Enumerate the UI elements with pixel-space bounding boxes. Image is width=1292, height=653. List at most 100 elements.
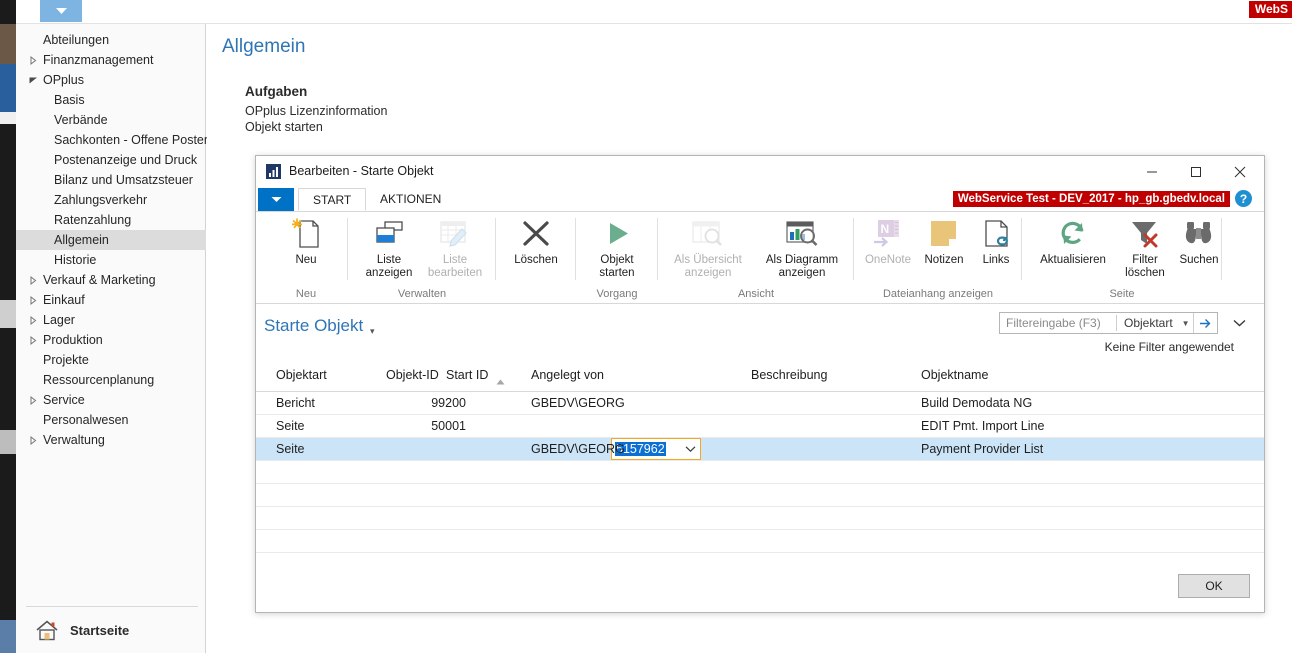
chevron-down-icon (1233, 319, 1246, 327)
list-title-dropdown-icon[interactable]: ▾ (370, 326, 375, 337)
ribbon-button-suchen[interactable]: Suchen (1174, 216, 1224, 282)
ribbon-button-filter-löschen[interactable]: Filter löschen (1116, 216, 1174, 282)
help-icon[interactable]: ? (1235, 190, 1252, 207)
sidebar-item-service[interactable]: Service (16, 390, 206, 410)
sidebar-item-projekte[interactable]: Projekte (16, 350, 206, 370)
ribbon-button-objekt-starten[interactable]: Objekt starten (586, 216, 648, 282)
sidebar-bottom-item-startseite[interactable]: Startseite (16, 612, 206, 648)
chevron-right-icon[interactable] (28, 330, 38, 350)
table-column-header-beschreibung[interactable]: Beschreibung (751, 368, 827, 382)
chevron-right-icon[interactable] (28, 430, 38, 450)
ribbon-button-liste-anzeigen[interactable]: Liste anzeigen (356, 216, 422, 282)
triangle-down-icon[interactable] (28, 70, 38, 90)
sidebar-item-lager[interactable]: Lager (16, 310, 206, 330)
ribbon-button-label: Links (982, 254, 1010, 266)
edit-start-object-dialog: Bearbeiten - Starte Objekt START AKTIONE… (255, 155, 1265, 613)
table-column-header-angelegt-von[interactable]: Angelegt von (531, 368, 604, 382)
ribbon-button-löschen[interactable]: Löschen (502, 216, 570, 282)
sidebar-item-label: Lager (43, 313, 75, 327)
table-row[interactable]: Bericht 99200 GBEDV\GEORG Build Demodata NG (256, 392, 1264, 415)
sidebar-item-verkauf-marketing[interactable]: Verkauf & Marketing (16, 270, 206, 290)
sidebar-item-historie[interactable]: Historie (16, 250, 206, 270)
maximize-icon[interactable] (1174, 156, 1218, 187)
ribbon-button-aktualisieren[interactable]: Aktualisieren (1030, 216, 1116, 282)
ribbon-button-als-diagramm-anzeigen[interactable]: Als Diagramm anzeigen (756, 216, 848, 282)
sidebar-item-basis[interactable]: Basis (16, 90, 206, 110)
filter-expand-button[interactable] (1233, 316, 1246, 330)
dialog-title-bar: Bearbeiten - Starte Objekt (256, 156, 1264, 188)
sidebar-item-allgemein[interactable]: Allgemein (16, 230, 206, 250)
ribbon-button-label: Liste bearbeiten (427, 254, 483, 279)
task-link-lizenzinformation[interactable]: OPplus Lizenzinformation (245, 104, 387, 118)
table-row-empty[interactable] (256, 507, 1264, 530)
sidebar-item-label: Service (43, 393, 85, 407)
chevron-right-icon[interactable] (28, 290, 38, 310)
filter-field-select[interactable]: Objektart ▼ (1117, 316, 1194, 330)
minimize-icon[interactable] (1130, 156, 1174, 187)
table-row-empty[interactable] (256, 461, 1264, 484)
ribbon-group-label: Vorgang (596, 288, 638, 300)
table-row-empty[interactable] (256, 530, 1264, 553)
dialog-title: Bearbeiten - Starte Objekt (289, 164, 434, 178)
table-row[interactable]: Seite 50001 EDIT Pmt. Import Line (256, 415, 1264, 438)
sidebar-item-label: Finanzmanagement (43, 53, 154, 67)
chevron-right-icon[interactable] (28, 50, 38, 70)
list-title[interactable]: Starte Objekt (264, 316, 363, 336)
tab-aktionen[interactable]: AKTIONEN (366, 188, 455, 211)
ribbon-group-verwalten: Liste anzeigen Liste bearbeiten Verwalten (348, 212, 496, 304)
table-column-header-objektart[interactable]: Objektart (276, 368, 327, 382)
sidebar-item-sachkonten-offene-posten[interactable]: Sachkonten - Offene Posten (16, 130, 211, 150)
sidebar-item-personalwesen[interactable]: Personalwesen (16, 410, 206, 430)
sidebar-item-label: Produktion (43, 333, 103, 347)
ok-button[interactable]: OK (1178, 574, 1250, 598)
sidebar-item-bilanz-und-umsatzsteuer[interactable]: Bilanz und Umsatzsteuer (16, 170, 206, 190)
chart-search-icon (784, 216, 820, 252)
filter-input[interactable] (1000, 313, 1116, 333)
table-cell: Payment Provider List (921, 442, 1044, 456)
sidebar-item-postenanzeige-und-druck[interactable]: Postenanzeige und Druck (16, 150, 206, 170)
sidebar-item-einkauf[interactable]: Einkauf (16, 290, 206, 310)
ribbon-button-label: Als Übersicht anzeigen (674, 254, 742, 279)
table-body: Bericht 99200 GBEDV\GEORG Build Demodata NG… (256, 392, 1264, 576)
chevron-down-icon[interactable] (685, 442, 696, 456)
ribbon-button-neu[interactable]: Neu (275, 216, 337, 282)
sidebar-item-abteilungen[interactable]: Abteilungen (16, 30, 206, 50)
sidebar-item-label: Ressourcenplanung (43, 373, 155, 387)
sidebar-item-zahlungsverkehr[interactable]: Zahlungsverkehr (16, 190, 206, 210)
table-header-row: Objektart Objekt-ID Start ID Angelegt von Be… (256, 360, 1264, 392)
table-column-header-objektname[interactable]: Objektname (921, 368, 988, 382)
sidebar-item-verwaltung[interactable]: Verwaltung (16, 430, 206, 450)
sidebar-item-label: Abteilungen (43, 33, 110, 47)
table-column-header-start-id[interactable]: Start ID (446, 368, 488, 382)
tab-start[interactable]: START (298, 188, 367, 211)
sidebar-item-verb-nde[interactable]: Verbände (16, 110, 206, 130)
table-cell: Seite (276, 442, 305, 456)
sidebar-item-ratenzahlung[interactable]: Ratenzahlung (16, 210, 206, 230)
sidebar-bottom-item-gebuchte-belege[interactable]: Gebuchte Belege (16, 648, 206, 653)
sidebar-item-produktion[interactable]: Produktion (16, 330, 206, 350)
sidebar-item-opplus[interactable]: OPplus (16, 70, 206, 90)
table-cell: Bericht (276, 396, 315, 410)
object-table: Objektart Objekt-ID Start ID Angelegt von Be… (256, 360, 1264, 576)
ribbon-button-notizen[interactable]: Notizen (916, 216, 972, 282)
close-icon[interactable] (1218, 156, 1262, 187)
table-row[interactable]: Seite 5157962 GBEDV\GEORG Payment Provider … (256, 438, 1264, 461)
table-row-empty[interactable] (256, 484, 1264, 507)
chevron-right-icon[interactable] (28, 310, 38, 330)
chevron-right-icon[interactable] (28, 270, 38, 290)
onenote-icon: N (871, 216, 905, 252)
sidebar-item-label: Verbände (54, 113, 108, 127)
new-document-icon (289, 216, 323, 252)
ribbon-button-links[interactable]: Links (972, 216, 1020, 282)
delete-x-icon (519, 216, 553, 252)
table-column-header-objekt-id[interactable]: Objekt-ID (386, 368, 439, 382)
filter-apply-button[interactable] (1193, 313, 1217, 333)
sidebar-item-finanzmanagement[interactable]: Finanzmanagement (16, 50, 206, 70)
sidebar-item-label: Personalwesen (43, 413, 129, 427)
top-webservice-badge: WebS (1248, 1, 1292, 18)
ribbon-file-menu-button[interactable] (258, 188, 294, 211)
task-link-objekt-starten[interactable]: Objekt starten (245, 120, 323, 134)
top-dropdown-button[interactable] (40, 0, 82, 22)
chevron-right-icon[interactable] (28, 390, 38, 410)
sidebar-item-ressourcenplanung[interactable]: Ressourcenplanung (16, 370, 206, 390)
